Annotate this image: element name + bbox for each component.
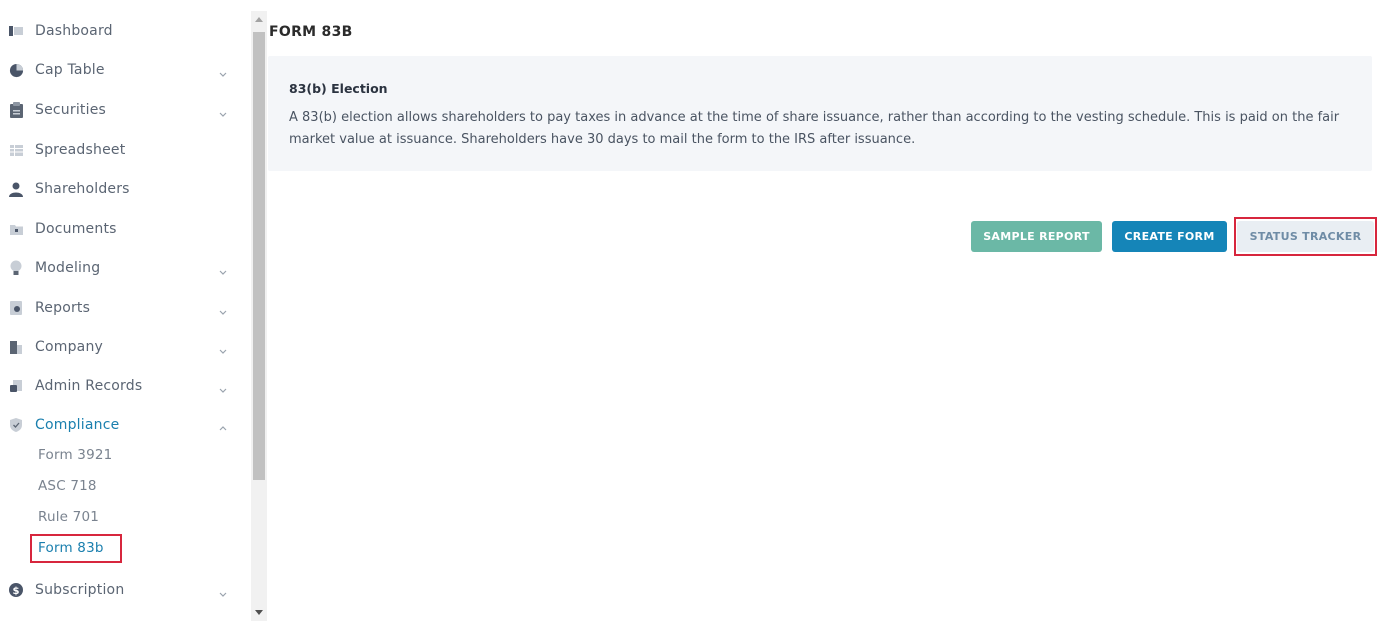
sample-report-button[interactable]: SAMPLE REPORT xyxy=(971,221,1102,252)
scroll-down-icon[interactable] xyxy=(255,610,263,615)
chevron-up-icon xyxy=(218,419,230,431)
sidebar-item-spreadsheet[interactable]: Spreadsheet xyxy=(0,132,250,168)
sidebar-item-admin-records[interactable]: Admin Records xyxy=(0,368,250,404)
card-description: A 83(b) election allows shareholders to … xyxy=(289,110,1340,147)
chevron-down-icon xyxy=(218,262,230,275)
sidebar-subitem-form-3921[interactable]: Form 3921 xyxy=(38,447,112,463)
create-form-button[interactable]: CREATE FORM xyxy=(1112,221,1227,252)
clipboard-icon xyxy=(8,102,24,118)
chevron-down-icon xyxy=(218,104,230,117)
sidebar-item-company[interactable]: Company xyxy=(0,329,250,365)
chevron-down-icon xyxy=(218,380,230,393)
sidebar-item-label: Reports xyxy=(35,300,91,316)
sidebar-item-label: Compliance xyxy=(35,417,120,433)
sidebar-item-label: Cap Table xyxy=(35,62,105,78)
spreadsheet-icon xyxy=(8,142,24,158)
sidebar-item-reports[interactable]: Reports xyxy=(0,290,250,326)
sidebar-item-cap-table[interactable]: Cap Table xyxy=(0,52,250,88)
sidebar-item-label: Securities xyxy=(35,102,107,118)
sidebar-item-label: Company xyxy=(35,339,104,355)
chevron-down-icon xyxy=(218,302,230,315)
folder-icon xyxy=(8,221,24,237)
sidebar-item-documents[interactable]: Documents xyxy=(0,211,250,247)
sidebar-scrollbar[interactable] xyxy=(251,11,267,621)
sidebar-subitem-asc-718[interactable]: ASC 718 xyxy=(38,478,97,494)
scrollbar-thumb[interactable] xyxy=(253,32,265,480)
sidebar-item-securities[interactable]: Securities xyxy=(0,92,250,128)
sidebar-subitem-rule-701[interactable]: Rule 701 xyxy=(38,509,99,525)
svg-text:$: $ xyxy=(13,586,20,597)
chevron-down-icon xyxy=(218,341,230,354)
status-tracker-highlight xyxy=(1234,217,1377,256)
dollar-icon: $ xyxy=(8,582,24,598)
sidebar-item-label: Subscription xyxy=(35,582,125,598)
page-title: FORM 83B xyxy=(269,24,353,40)
sidebar-item-label: Modeling xyxy=(35,260,101,276)
sidebar-item-label: Admin Records xyxy=(35,378,143,394)
sidebar-item-label: Shareholders xyxy=(35,181,130,197)
sidebar-item-shareholders[interactable]: Shareholders xyxy=(0,171,250,207)
chevron-down-icon xyxy=(218,584,230,597)
building-icon xyxy=(8,339,24,355)
user-icon xyxy=(8,181,24,197)
dashboard-icon xyxy=(8,23,24,39)
pie-chart-icon xyxy=(8,62,24,78)
shield-check-icon xyxy=(8,417,24,433)
sidebar-item-compliance[interactable]: Compliance xyxy=(0,407,250,443)
lightbulb-icon xyxy=(8,260,24,276)
lock-document-icon xyxy=(8,378,24,394)
report-icon xyxy=(8,300,24,316)
sidebar-item-modeling[interactable]: Modeling xyxy=(0,250,250,286)
info-card: 83(b) Election A 83(b) election allows s… xyxy=(268,56,1372,171)
card-title: 83(b) Election xyxy=(289,81,388,96)
chevron-down-icon xyxy=(218,64,230,77)
sidebar-item-subscription[interactable]: $ Subscription xyxy=(0,572,250,608)
sidebar-item-dashboard[interactable]: Dashboard xyxy=(0,13,250,49)
sidebar: Dashboard Cap Table Securities Spreadshe… xyxy=(0,0,250,628)
sidebar-item-label: Documents xyxy=(35,221,117,237)
sidebar-item-label: Dashboard xyxy=(35,23,113,39)
form-83b-highlight xyxy=(30,534,122,563)
sidebar-item-label: Spreadsheet xyxy=(35,142,126,158)
scroll-up-icon[interactable] xyxy=(255,17,263,22)
